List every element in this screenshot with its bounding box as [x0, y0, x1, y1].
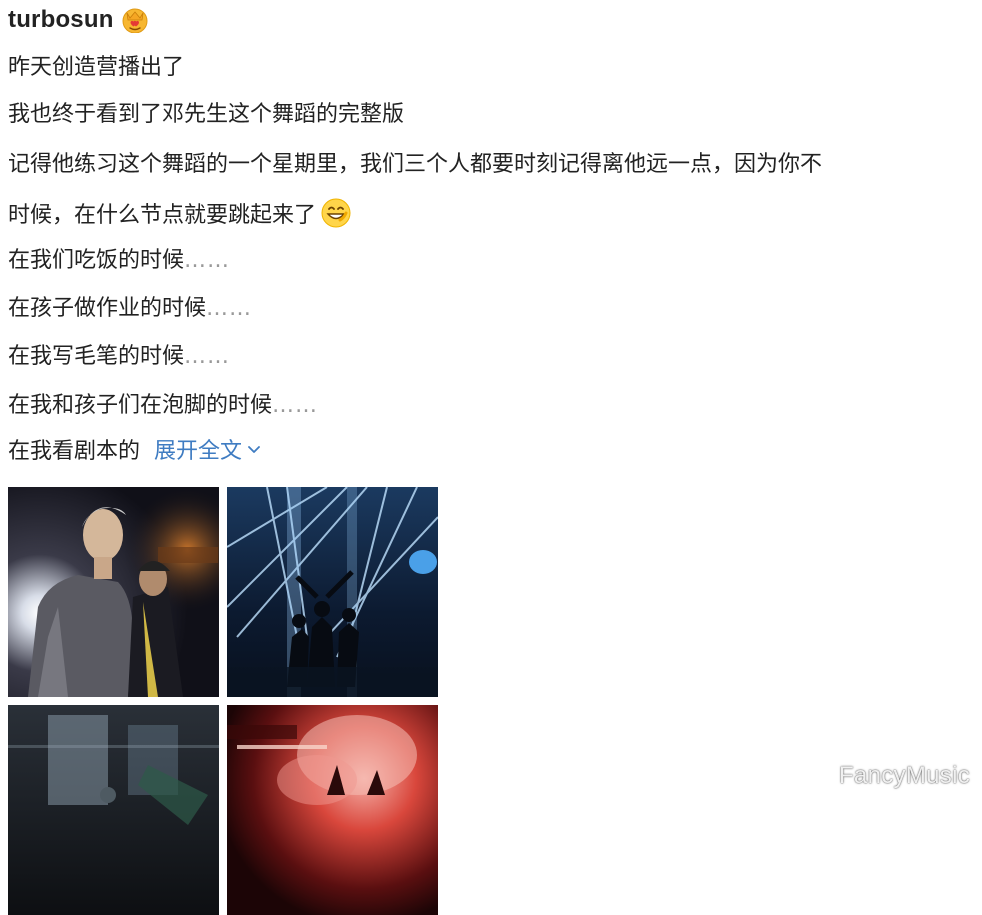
photo-dancer-spotlight[interactable]: [8, 487, 219, 697]
post-text-line-3: 记得他练习这个舞蹈的一个星期里，我们三个人都要时刻记得离他远一点，因为你不: [8, 152, 823, 177]
photo-stage-red-smoke[interactable]: [227, 705, 438, 915]
post-text-line-6-text: 在孩子做作业的时候: [8, 296, 207, 321]
post-text-line-8-text: 在我和孩子们在泡脚的时候: [8, 393, 273, 418]
post-text-line-4: 时候，在什么节点就要跳起来了: [8, 197, 352, 231]
crown-heart-badge-icon: [122, 7, 148, 34]
post-header: turbosun: [8, 3, 148, 37]
watermark: FancyMusic: [838, 762, 970, 789]
ellipsis: ……: [272, 393, 319, 418]
photo-stage-laser-lights[interactable]: [227, 487, 438, 697]
post-text-line-7: 在我写毛笔的时候……: [8, 342, 230, 372]
post-text-line-8: 在我和孩子们在泡脚的时候……: [8, 391, 318, 421]
ellipsis: ……: [184, 248, 231, 273]
post-text-line-7-text: 在我写毛笔的时候: [8, 344, 185, 369]
grinning-face-emoji-icon: [320, 197, 352, 229]
username[interactable]: turbosun: [8, 6, 114, 34]
ellipsis: ……: [184, 344, 231, 369]
post-text-line-9: 在我看剧本的 展开全文: [8, 437, 262, 467]
expand-full-text-link[interactable]: 展开全文: [154, 439, 262, 464]
post-text-line-6: 在孩子做作业的时候……: [8, 294, 252, 324]
photo-stage-dark[interactable]: [8, 705, 219, 915]
chevron-down-icon: [246, 437, 262, 453]
post-text-line-4-text: 时候，在什么节点就要跳起来了: [8, 203, 317, 228]
weibo-post: turbosun 昨天创造营播出了 我也终于看到了邓先生这个舞蹈的完整版 记得他…: [0, 0, 982, 915]
post-text-line-9-text: 在我看剧本的: [8, 439, 141, 464]
post-text-line-1: 昨天创造营播出了: [8, 55, 185, 80]
post-text-line-5-text: 在我们吃饭的时候: [8, 248, 185, 273]
post-text-line-2: 我也终于看到了邓先生这个舞蹈的完整版: [8, 102, 405, 127]
expand-label: 展开全文: [154, 439, 243, 464]
post-text-line-5: 在我们吃饭的时候……: [8, 246, 230, 276]
ellipsis: ……: [206, 296, 253, 321]
